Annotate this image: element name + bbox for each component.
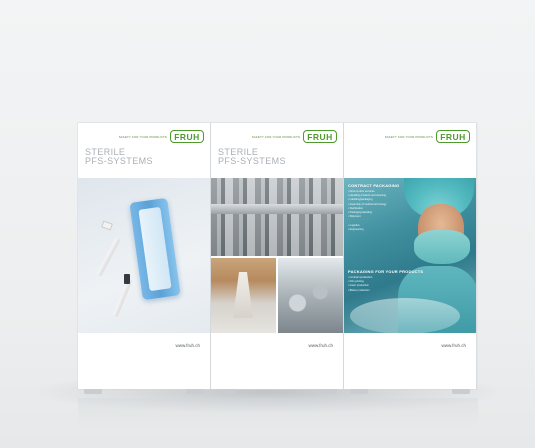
website-url: www.fruh.ch <box>175 343 200 348</box>
brand-header: SAFETY FOR YOUR PRODUCTS FRUH <box>119 130 204 143</box>
face-mask-shape <box>414 230 470 264</box>
section-heading: PACKAGING FOR YOUR PRODUCTS <box>348 269 424 274</box>
packaging-machine-photo <box>278 258 343 333</box>
vial-shape <box>124 274 130 284</box>
stand-foot <box>350 389 368 394</box>
production-machine-photo <box>211 178 343 256</box>
title-line-2: PFS-SYSTEMS <box>218 156 286 166</box>
glass-shape <box>350 298 460 333</box>
brand-header: SAFETY FOR YOUR PRODUCTS FRUH <box>252 130 337 143</box>
banner-panel-sterile-pfs-2: SAFETY FOR YOUR PRODUCTS FRUH STERILE PF… <box>211 123 343 394</box>
floor-reflection <box>78 398 478 428</box>
packaging-products-section: PACKAGING FOR YOUR PRODUCTS • Contract p… <box>348 269 438 293</box>
syringe-cap-shape <box>101 220 113 231</box>
panel-title: STERILE PFS-SYSTEMS <box>85 148 153 166</box>
blister-tray <box>129 197 181 301</box>
stand-foot <box>186 389 204 394</box>
banner-panel-sterile-pfs-1: SAFETY FOR YOUR PRODUCTS FRUH STERILE PF… <box>78 123 210 394</box>
syringe-shape <box>96 237 121 277</box>
machine-band <box>211 204 343 214</box>
website-url: www.fruh.ch <box>308 343 333 348</box>
corridor-shape <box>233 272 253 318</box>
section-heading: CONTRACT PACKAGING <box>348 183 400 188</box>
list-item: • Blister production <box>348 288 370 292</box>
stand-foot <box>452 389 470 394</box>
contract-packaging-section: CONTRACT PACKAGING • Door-to-door servic… <box>348 183 414 232</box>
brand-tagline: SAFETY FOR YOUR PRODUCTS <box>251 134 300 139</box>
panel-title: STERILE PFS-SYSTEMS <box>218 148 286 166</box>
syringe-shape <box>112 278 133 318</box>
banner-panel-contract-packaging: SAFETY FOR YOUR PRODUCTS FRUH CONTRACT P… <box>344 123 476 394</box>
fruh-logo: FRUH <box>436 130 470 143</box>
syringe-tray-photo <box>78 178 210 333</box>
brand-header: SAFETY FOR YOUR PRODUCTS FRUH <box>385 130 470 143</box>
stand-foot <box>319 389 337 394</box>
stand-foot <box>217 389 235 394</box>
website-url: www.fruh.ch <box>441 343 466 348</box>
brand-tagline: SAFETY FOR YOUR PRODUCTS <box>118 134 167 139</box>
brand-tagline: SAFETY FOR YOUR PRODUCTS <box>384 134 433 139</box>
cleanroom-corridor-photo <box>211 258 276 333</box>
title-line-2: PFS-SYSTEMS <box>85 156 153 166</box>
fruh-logo: FRUH <box>170 130 204 143</box>
fruh-logo: FRUH <box>303 130 337 143</box>
list-item: • Engineering <box>348 227 364 231</box>
stand-foot <box>84 389 102 394</box>
